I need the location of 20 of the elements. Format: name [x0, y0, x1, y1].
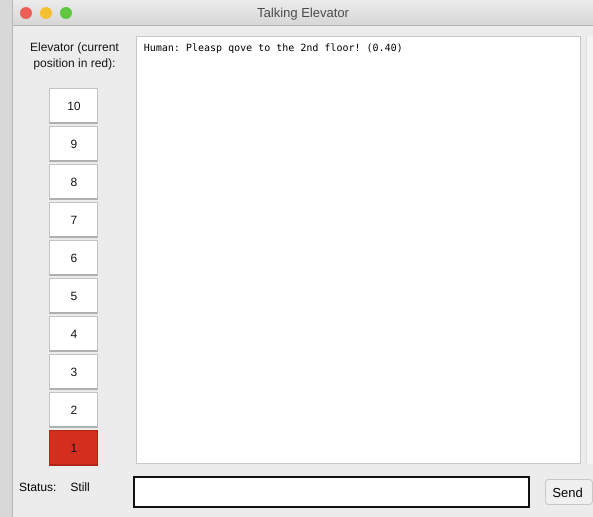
floor-button[interactable]: 9	[49, 126, 98, 162]
floor-button[interactable]: 2	[49, 392, 98, 428]
status-label: Status:	[19, 480, 56, 494]
zoom-button[interactable]	[60, 6, 72, 18]
floor-button[interactable]: 5	[49, 278, 98, 314]
elevator-label: Elevator (current position in red):	[29, 39, 120, 71]
send-button[interactable]: Send	[545, 479, 593, 505]
window-title: Talking Elevator	[257, 5, 349, 20]
log-line: Human: Pleasp qove to the 2nd floor! (0.40)	[144, 43, 404, 54]
floor-button[interactable]: 7	[49, 202, 98, 238]
floor-button[interactable]: 10	[49, 88, 98, 124]
status-value: Still	[70, 480, 90, 494]
close-button[interactable]	[20, 6, 32, 18]
floor-button[interactable]: 6	[49, 240, 98, 276]
message-field[interactable]	[132, 476, 530, 508]
floor-button[interactable]: 8	[49, 164, 98, 200]
floor-button[interactable]: 3	[49, 354, 98, 390]
minimize-button[interactable]	[40, 6, 52, 18]
floor-button[interactable]: 1	[49, 430, 98, 466]
floor-button[interactable]: 4	[49, 316, 98, 352]
